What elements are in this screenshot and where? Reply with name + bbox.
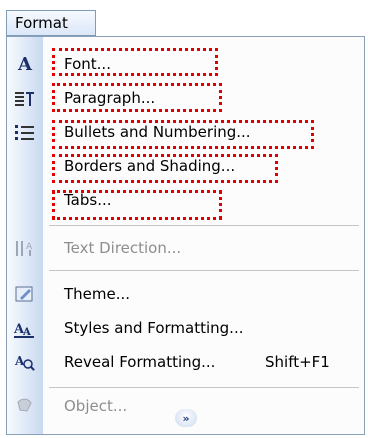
menu-item-theme[interactable]: Theme... [7,277,364,311]
bullets-icon [13,121,37,143]
menu-item-styles-formatting[interactable]: A A Styles and Formatting... [7,311,364,345]
highlight-box-paragraph [52,83,222,112]
menu-item-text-direction[interactable]: A Text Direction... [7,231,364,265]
menu-separator [49,225,359,226]
text-direction-icon: A [13,237,37,259]
theme-icon [13,283,37,305]
highlight-box-tabs [52,190,222,220]
styles-formatting-icon: A A [13,317,37,339]
menu-item-text-direction-label: Text Direction... [64,239,182,257]
reveal-formatting-shortcut: Shift+F1 [265,353,330,371]
font-icon: A [18,53,32,75]
reveal-formatting-icon: A [13,351,37,373]
highlight-box-bullets [52,120,314,149]
highlight-box-font [52,48,218,76]
menu-separator [49,387,359,388]
menu-item-reveal-formatting[interactable]: A Reveal Formatting... Shift+F1 [7,345,364,379]
menu-item-theme-label: Theme... [64,285,131,303]
highlight-box-borders [52,154,278,183]
menu-separator [49,270,359,271]
menu-item-styles-formatting-label: Styles and Formatting... [64,319,244,337]
menu-item-reveal-formatting-label: Reveal Formatting... [64,353,216,371]
menu-item-object-label: Object... [64,397,128,415]
object-icon [13,395,37,417]
expand-chevron-icon[interactable]: » [175,409,197,427]
format-menu[interactable]: Format [6,10,96,36]
format-menu-label: Format [15,14,68,32]
paragraph-icon [13,87,37,109]
svg-text:A: A [14,354,25,368]
